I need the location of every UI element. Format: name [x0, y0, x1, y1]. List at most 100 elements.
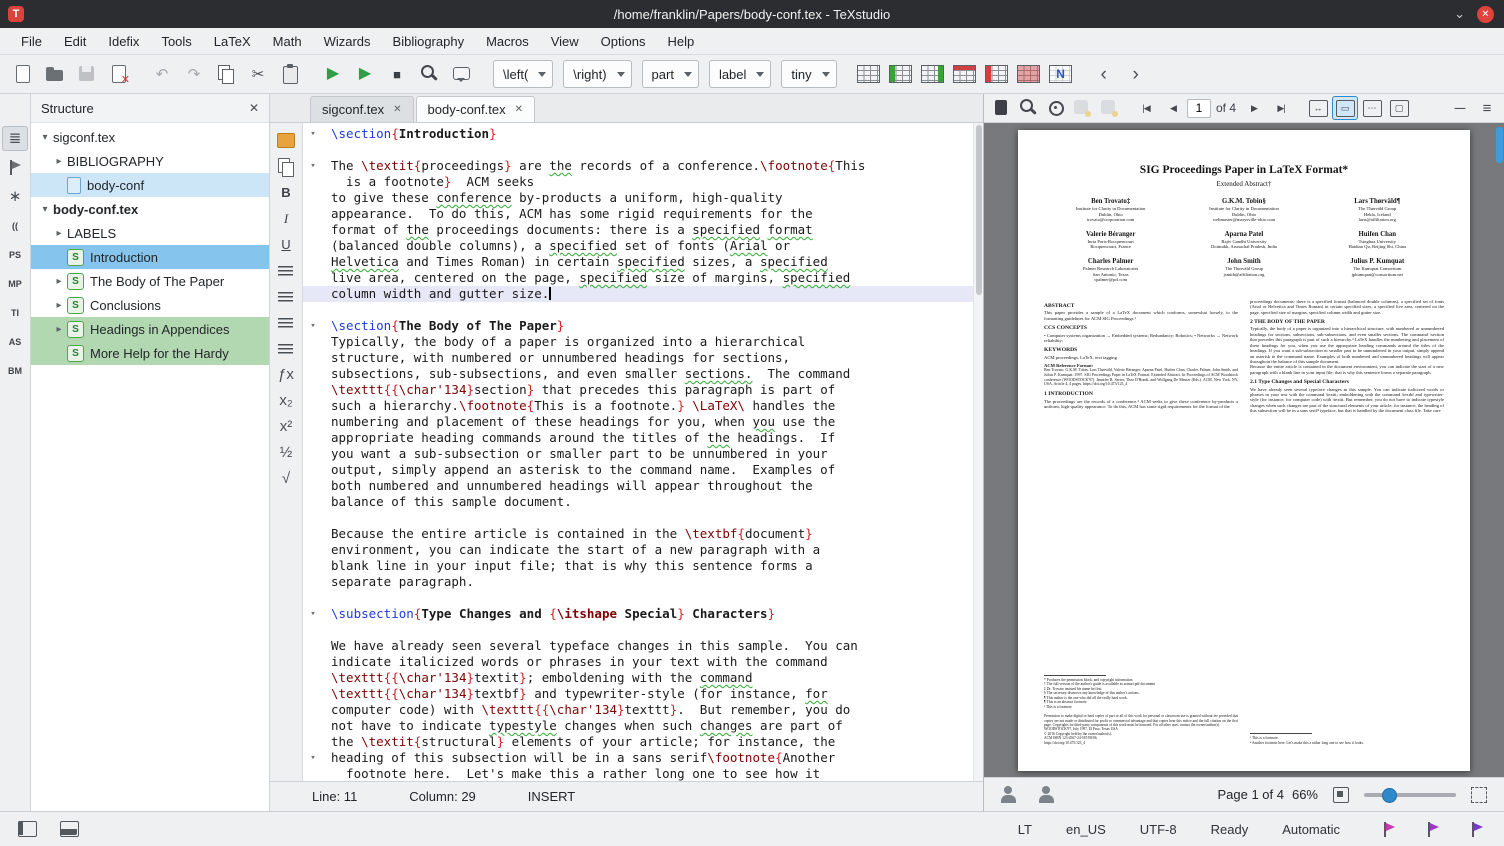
- pstricks-tab-icon[interactable]: PS: [2, 242, 28, 267]
- fit-page-icon[interactable]: ▭: [1332, 96, 1358, 120]
- minimize-panel-icon[interactable]: ─: [1447, 96, 1473, 120]
- sectioning-select[interactable]: part: [642, 60, 699, 88]
- tab-body-conf-tex[interactable]: body-conf.tex✕: [416, 96, 535, 122]
- brackets-tab-icon[interactable]: ((: [2, 213, 28, 238]
- right-bracket-select[interactable]: \right): [563, 60, 631, 88]
- code-line[interactable]: ▾heading of this subsection will be in a…: [303, 750, 973, 766]
- expand-icon[interactable]: [1464, 781, 1494, 809]
- structure-item-conclusions[interactable]: ▸SConclusions: [31, 293, 269, 317]
- code-line[interactable]: separate paragraph.: [303, 574, 973, 590]
- jump-back-icon[interactable]: [1069, 96, 1095, 120]
- undo-icon[interactable]: ↶: [147, 60, 177, 88]
- code-line[interactable]: We have already seen several typeface ch…: [303, 638, 973, 654]
- presentation-icon[interactable]: ▢: [1386, 96, 1412, 120]
- sqrt-icon[interactable]: √: [274, 467, 298, 490]
- code-line[interactable]: column width and gutter size.: [303, 286, 973, 302]
- page-number-input[interactable]: [1187, 99, 1211, 118]
- code-line[interactable]: subsections, sub-subsections, and even s…: [303, 366, 973, 382]
- code-line[interactable]: environment, you can indicate the start …: [303, 542, 973, 558]
- menu-idefix[interactable]: Idefix: [97, 28, 150, 54]
- editor[interactable]: ▾\section{Introduction} ▾The \textit{proc…: [303, 123, 973, 781]
- expand-arrow-icon[interactable]: ▸: [51, 300, 67, 311]
- menu-view[interactable]: View: [540, 28, 590, 54]
- code-line[interactable]: Because the entire article is contained …: [303, 526, 973, 542]
- dictionary-status[interactable]: en_US: [1058, 822, 1114, 837]
- code-line[interactable]: is a footnote} ACM seeks: [303, 174, 973, 190]
- fold-marker-icon[interactable]: ▾: [303, 318, 323, 334]
- code-line[interactable]: you want a sub-subsection or smaller par…: [303, 446, 973, 462]
- structure-item-bibliography[interactable]: ▸BIBLIOGRAPHY: [31, 149, 269, 173]
- code-line[interactable]: (balanced double columns), a specified s…: [303, 238, 973, 254]
- open-file-icon[interactable]: [40, 60, 70, 88]
- expand-arrow-icon[interactable]: ▾: [37, 132, 53, 143]
- structure-item-labels[interactable]: ▸LABELS: [31, 221, 269, 245]
- code-line[interactable]: to give these conference by-products a u…: [303, 190, 973, 206]
- redo-icon[interactable]: ↷: [179, 60, 209, 88]
- format-copy-icon[interactable]: [274, 155, 298, 178]
- expand-arrow-icon[interactable]: ▸: [51, 276, 67, 287]
- stop-compile-icon[interactable]: ■: [382, 60, 412, 88]
- structure-item-headings-in-appendices[interactable]: ▸SHeadings in Appendices: [31, 317, 269, 341]
- table-insert-icon[interactable]: [854, 60, 884, 88]
- zoom-original-icon[interactable]: [1326, 781, 1356, 809]
- close-tab-icon[interactable]: ✕: [515, 104, 523, 115]
- code-line[interactable]: ▾\subsection{Type Changes and {\itshape …: [303, 606, 973, 622]
- code-line[interactable]: live area, centered on the page, specifi…: [303, 270, 973, 286]
- code-line[interactable]: computer code) with \texttt{{\char'134}t…: [303, 702, 973, 718]
- zoom-slider[interactable]: [1364, 793, 1456, 797]
- underline-icon[interactable]: U: [274, 233, 298, 256]
- close-tab-icon[interactable]: ✕: [393, 104, 401, 115]
- editor-scrollbar[interactable]: [973, 123, 983, 781]
- structure-item-the-body-of-the-paper[interactable]: ▸SThe Body of The Paper: [31, 269, 269, 293]
- save-file-icon[interactable]: [72, 60, 102, 88]
- zoom-slider-handle[interactable]: [1382, 788, 1397, 803]
- superscript-icon[interactable]: x²: [274, 415, 298, 438]
- wizard-icon[interactable]: [274, 129, 298, 152]
- code-line[interactable]: [303, 510, 973, 526]
- code-line[interactable]: ▾\section{The Body of The Paper}: [303, 318, 973, 334]
- copy-icon[interactable]: [211, 60, 241, 88]
- menu-tools[interactable]: Tools: [150, 28, 202, 54]
- column-add-right-icon[interactable]: [918, 60, 948, 88]
- code-line[interactable]: [303, 622, 973, 638]
- fontsize-select[interactable]: tiny: [781, 60, 836, 88]
- beamer-tab-icon[interactable]: BM: [2, 358, 28, 383]
- structure-item-sigconf-tex[interactable]: ▾sigconf.tex: [31, 125, 269, 149]
- code-line[interactable]: ▾\section{Introduction}: [303, 126, 973, 142]
- lineend-status[interactable]: Automatic: [1274, 822, 1348, 837]
- encoding-status[interactable]: UTF-8: [1132, 822, 1185, 837]
- close-file-icon[interactable]: [104, 60, 134, 88]
- code-line[interactable]: balance of this sample document.: [303, 494, 973, 510]
- scrollbar-thumb[interactable]: [976, 125, 982, 295]
- last-page-icon[interactable]: ▶|: [1268, 96, 1294, 120]
- expand-arrow-icon[interactable]: ▸: [51, 156, 67, 167]
- menu-file[interactable]: File: [10, 28, 53, 54]
- subscript-icon[interactable]: x₂: [274, 389, 298, 412]
- fold-marker-icon[interactable]: ▾: [303, 126, 323, 142]
- align-left-icon[interactable]: [274, 259, 298, 282]
- close-window-icon[interactable]: ✕: [1477, 6, 1494, 23]
- paste-icon[interactable]: [275, 60, 305, 88]
- bookmark-flag-icon-2[interactable]: [1418, 815, 1448, 843]
- structure-item-body-conf[interactable]: body-conf: [31, 173, 269, 197]
- code-line[interactable]: ▾The \textit{proceedings} are the record…: [303, 158, 973, 174]
- follow-cursor-icon[interactable]: [1032, 781, 1062, 809]
- align-justify-icon[interactable]: [274, 337, 298, 360]
- code-line[interactable]: output, simply append an asterisk to the…: [303, 462, 973, 478]
- fold-marker-icon[interactable]: ▾: [303, 606, 323, 622]
- expand-arrow-icon[interactable]: ▸: [51, 228, 67, 239]
- structure-item-more-help-for-the-hardy[interactable]: SMore Help for the Hardy: [31, 341, 269, 365]
- bookmark-flag-icon-1[interactable]: [1374, 815, 1404, 843]
- comment-icon[interactable]: [446, 60, 476, 88]
- align-right-icon[interactable]: [274, 311, 298, 334]
- code-line[interactable]: not have to indicate typestyle changes w…: [303, 718, 973, 734]
- function-icon[interactable]: ƒx: [274, 363, 298, 386]
- code-line[interactable]: appropriate heading commands around the …: [303, 430, 973, 446]
- menu-wizards[interactable]: Wizards: [313, 28, 382, 54]
- pan-icon[interactable]: [1042, 96, 1068, 120]
- tikz-tab-icon[interactable]: TI: [2, 300, 28, 325]
- pdf-scrollbar-thumb[interactable]: [1496, 127, 1503, 163]
- menu-latex[interactable]: LaTeX: [203, 28, 262, 54]
- code-line[interactable]: \texttt{{\char'134}textit}; emboldening …: [303, 670, 973, 686]
- menu-options[interactable]: Options: [590, 28, 657, 54]
